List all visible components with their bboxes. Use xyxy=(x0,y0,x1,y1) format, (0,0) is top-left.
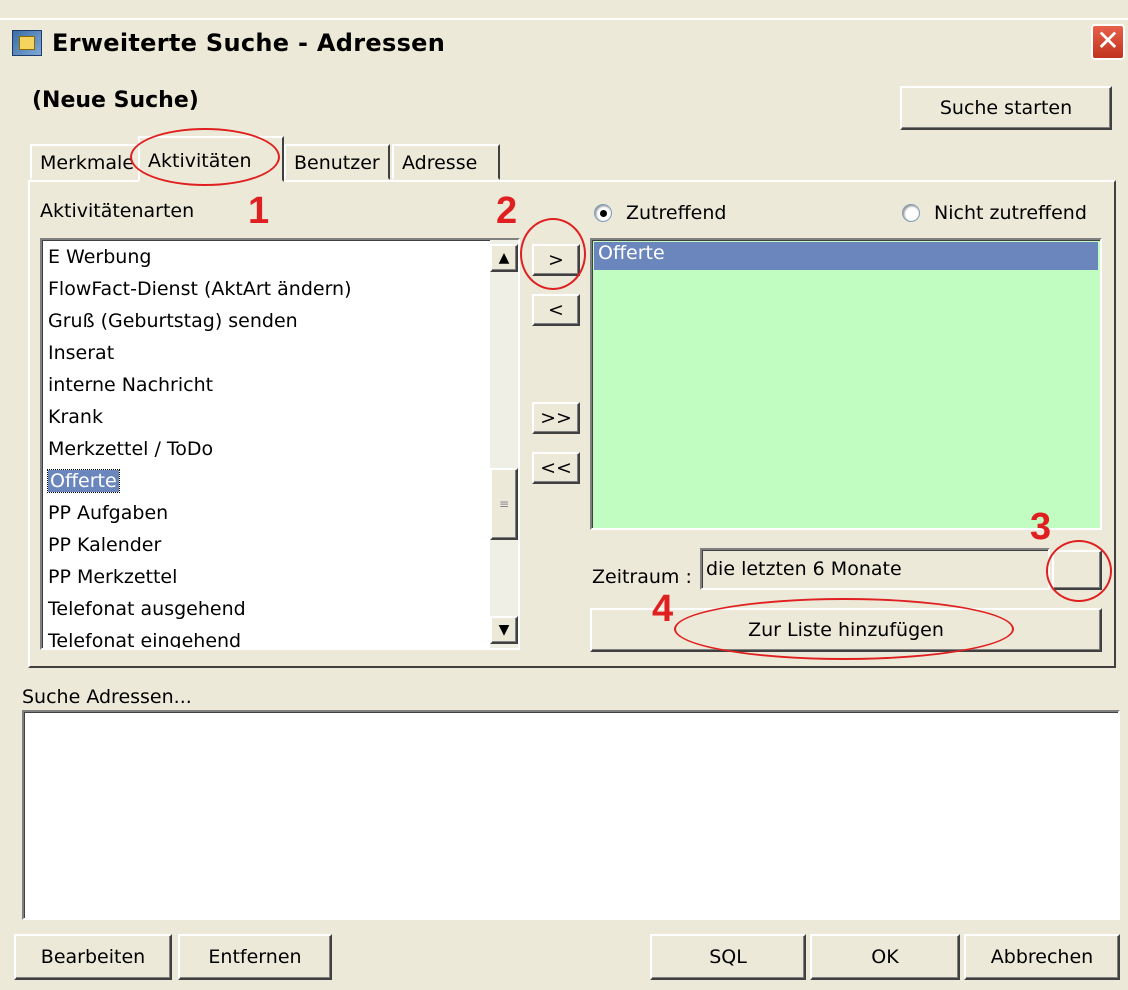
activity-list-item[interactable]: Inserat xyxy=(48,342,114,364)
matching-label: Zutreffend xyxy=(626,202,727,224)
activity-list-item[interactable]: FlowFact-Dienst (AktArt ändern) xyxy=(48,278,352,300)
activity-list-item[interactable]: E Werbung xyxy=(48,246,151,268)
cancel-button[interactable]: Abbrechen xyxy=(964,934,1120,980)
search-name: (Neue Suche) xyxy=(32,88,199,113)
activity-list-item[interactable]: PP Aufgaben xyxy=(48,502,168,524)
activity-types-label: Aktivitätenarten xyxy=(40,200,195,222)
activity-list-item[interactable]: Merkzettel / ToDo xyxy=(48,438,213,460)
title-bar: Erweiterte Suche - Adressen ✕ xyxy=(0,18,1128,70)
results-label: Suche Adressen... xyxy=(22,686,192,708)
annotation-number-3: 3 xyxy=(1030,506,1052,548)
tab-merkmale[interactable]: Merkmale xyxy=(30,144,142,180)
period-field[interactable]: die letzten 6 Monate xyxy=(700,548,1050,590)
annotation-number-2: 2 xyxy=(496,190,518,232)
period-picker-button[interactable] xyxy=(1052,550,1102,590)
tab-benutzer[interactable]: Benutzer xyxy=(284,144,390,180)
start-search-button[interactable]: Suche starten xyxy=(900,86,1112,130)
activity-list-item[interactable]: Offerte xyxy=(47,469,120,493)
window-title: Erweiterte Suche - Adressen xyxy=(52,29,446,57)
remove-button[interactable]: Entfernen xyxy=(178,934,332,980)
activity-list-item[interactable]: Telefonat ausgehend xyxy=(48,598,246,620)
activity-list-item[interactable]: Krank xyxy=(48,406,103,428)
selected-activities-list[interactable]: Offerte xyxy=(590,238,1102,530)
add-one-button[interactable]: > xyxy=(532,244,580,276)
selected-activity-item[interactable]: Offerte xyxy=(594,242,1098,270)
not-matching-radio[interactable] xyxy=(902,204,920,222)
annotation-number-4: 4 xyxy=(652,588,674,630)
tab-aktivitaeten[interactable]: Aktivitäten xyxy=(138,136,284,182)
scroll-up-button[interactable]: ▲ xyxy=(490,244,518,272)
activity-types-list[interactable]: E Werbung FlowFact-Dienst (AktArt ändern)… xyxy=(40,238,520,650)
ok-button[interactable]: OK xyxy=(810,934,960,980)
period-label: Zeitraum : xyxy=(592,566,692,588)
sql-button[interactable]: SQL xyxy=(650,934,806,980)
not-matching-label: Nicht zutreffend xyxy=(934,202,1087,224)
activity-list-item[interactable]: Gruß (Geburtstag) senden xyxy=(48,310,298,332)
tab-adresse[interactable]: Adresse xyxy=(392,144,500,180)
app-icon xyxy=(12,30,42,56)
edit-button[interactable]: Bearbeiten xyxy=(14,934,172,980)
activity-list-scrollbar[interactable]: ▲ ≡ ▼ xyxy=(490,240,518,648)
results-list[interactable] xyxy=(22,710,1120,920)
activity-list-item[interactable]: Telefonat eingehend xyxy=(48,630,241,648)
remove-one-button[interactable]: < xyxy=(532,294,580,326)
close-button[interactable]: ✕ xyxy=(1091,24,1125,60)
annotation-number-1: 1 xyxy=(248,190,270,232)
add-all-button[interactable]: >> xyxy=(532,402,580,434)
activity-list-item[interactable]: interne Nachricht xyxy=(48,374,213,396)
scroll-thumb[interactable]: ≡ xyxy=(490,468,518,540)
remove-all-button[interactable]: << xyxy=(532,452,580,484)
activity-list-item[interactable]: PP Kalender xyxy=(48,534,161,556)
activity-list-item[interactable]: PP Merkzettel xyxy=(48,566,177,588)
scroll-down-button[interactable]: ▼ xyxy=(490,616,518,644)
matching-radio[interactable] xyxy=(594,204,612,222)
